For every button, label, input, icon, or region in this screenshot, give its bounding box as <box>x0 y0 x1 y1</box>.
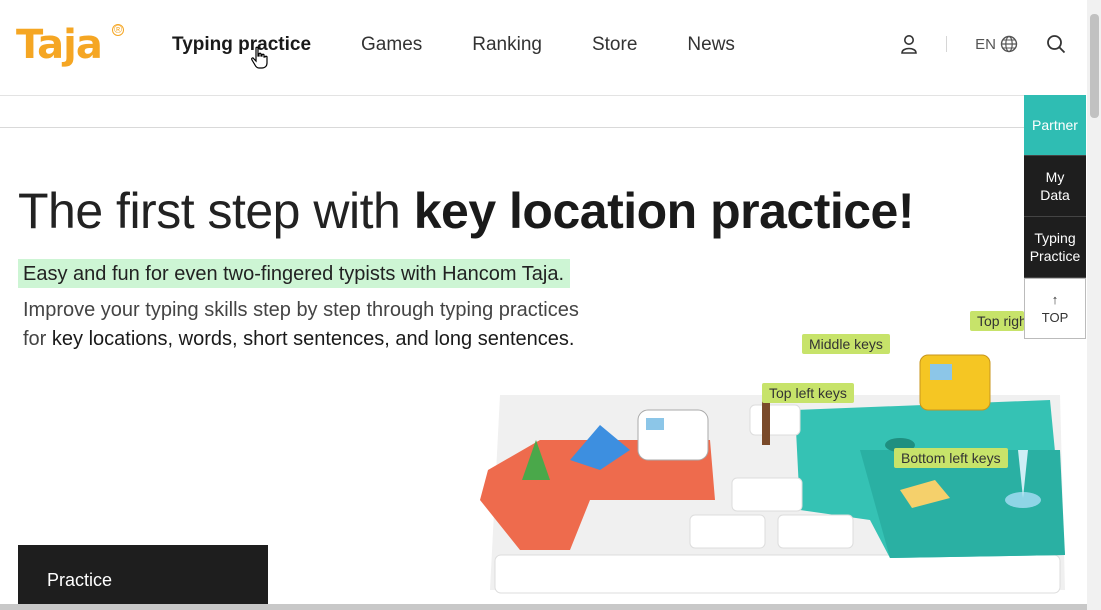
vertical-scrollbar[interactable] <box>1087 0 1101 610</box>
practice-label: Practice <box>47 570 113 590</box>
hero-highlight: Easy and fun for even two-fingered typis… <box>18 259 571 288</box>
nav-store[interactable]: Store <box>592 34 637 56</box>
horizontal-scrollbar[interactable] <box>0 604 1087 610</box>
quick-partner-button[interactable]: Partner <box>1024 95 1086 156</box>
header-divider <box>946 36 948 52</box>
label-top-right-keys: Top right keys <box>970 311 1024 331</box>
registered-mark: ® <box>112 24 124 36</box>
label-top-left-keys: Top left keys <box>762 383 854 403</box>
nav-typing-practice[interactable]: Typing practice <box>172 34 311 58</box>
header-actions: EN <box>900 34 1066 54</box>
vertical-scrollbar-thumb[interactable] <box>1090 14 1099 118</box>
language-label: EN <box>975 35 996 53</box>
section-divider <box>0 127 1024 128</box>
nav-ranking[interactable]: Ranking <box>472 34 542 56</box>
taja-logo[interactable]: Taja <box>16 22 103 68</box>
search-icon[interactable] <box>1046 34 1066 54</box>
quick-my-data-label: My Data <box>1040 169 1070 203</box>
globe-icon <box>1000 35 1018 53</box>
quick-typing-practice-button[interactable]: Typing Practice <box>1024 217 1086 278</box>
keyboard-illustration: Middle keys Top left keys Bottom left ke… <box>460 300 1070 605</box>
quick-partner-label: Partner <box>1032 117 1078 133</box>
label-middle-keys: Middle keys <box>802 334 890 354</box>
quick-my-data-button[interactable]: My Data <box>1024 156 1086 217</box>
page-title: The first step with key location practic… <box>18 183 915 239</box>
quick-typing-practice-label: Typing Practice <box>1029 230 1081 264</box>
label-bottom-left-keys: Bottom left keys <box>894 448 1008 468</box>
nav-news[interactable]: News <box>687 34 735 56</box>
user-icon[interactable] <box>900 34 918 54</box>
hand-cursor-icon <box>251 46 268 69</box>
site-header: Taja ® Typing practice Games Ranking Sto… <box>0 0 1086 96</box>
nav-games[interactable]: Games <box>361 34 422 56</box>
language-selector[interactable]: EN <box>975 35 1018 53</box>
practice-panel[interactable]: Practice <box>18 545 268 605</box>
